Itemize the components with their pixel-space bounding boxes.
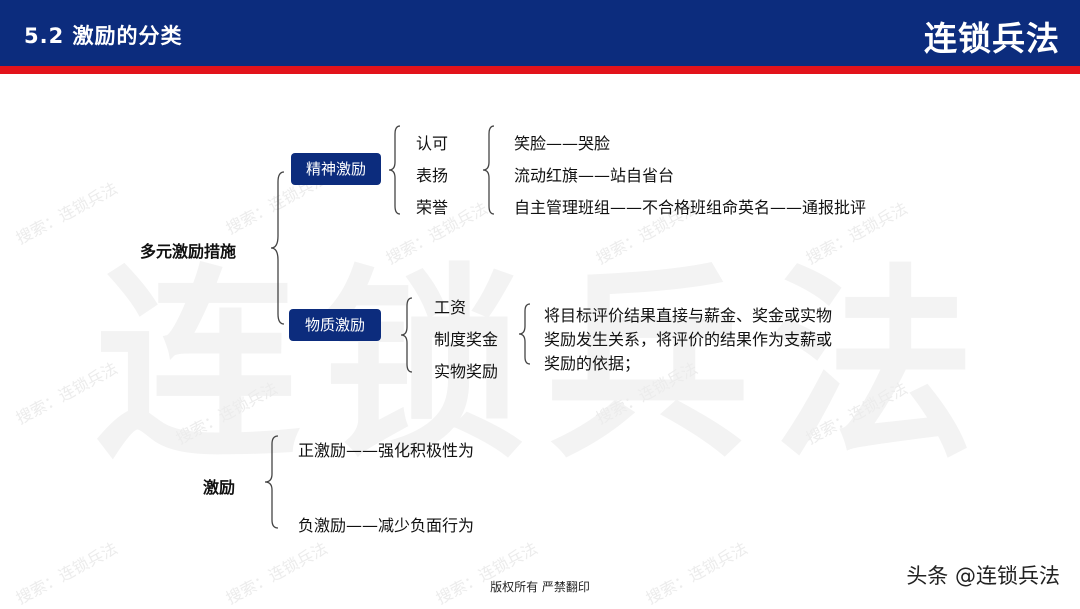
brace-spiritual [388, 125, 401, 215]
section-title: 5.2 激励的分类 [24, 24, 183, 48]
spiritual-item: 认可 [416, 134, 449, 153]
brace-root [270, 171, 285, 325]
watermark-text: 搜索：连锁兵法 [12, 538, 121, 609]
incentive-type: 正激励——强化积极性为 [298, 441, 475, 460]
spiritual-detail: 笑脸——哭脸 [514, 134, 611, 153]
source-watermark: 头条 @连锁兵法 [906, 564, 1060, 588]
spiritual-detail: 流动红旗——站自省台 [514, 166, 675, 185]
spiritual-item: 荣誉 [416, 198, 449, 217]
watermark-text: 搜索：连锁兵法 [222, 538, 331, 609]
spiritual-item: 表扬 [416, 166, 449, 185]
material-description-line: 奖励的依据； [544, 354, 641, 373]
brace-material-detail [518, 303, 531, 365]
spiritual-detail: 自主管理班组——不合格班组命英名——通报批评 [514, 198, 867, 217]
material-incentive-pill: 物质激励 [289, 309, 381, 341]
watermark-text: 搜索：连锁兵法 [432, 538, 541, 609]
material-description-line: 奖励发生关系，将评价的结果作为支薪或 [544, 330, 833, 349]
tree-root-label: 多元激励措施 [140, 242, 237, 261]
brace-material [400, 297, 413, 373]
accent-band [0, 66, 1080, 74]
watermark-text: 搜索：连锁兵法 [642, 538, 751, 609]
material-item: 制度奖金 [434, 330, 499, 349]
header-bar: 5.2 激励的分类 连锁兵法 [0, 0, 1080, 66]
incentive-type: 负激励——减少负面行为 [298, 516, 475, 535]
material-item: 实物奖励 [434, 362, 499, 381]
spiritual-incentive-pill: 精神激励 [291, 153, 381, 185]
tree-root-label: 激励 [203, 478, 236, 497]
brand-logo: 连锁兵法 [924, 19, 1060, 58]
brace-incentive [264, 435, 279, 529]
brace-spiritual-details [482, 125, 495, 215]
material-description-line: 将目标评价结果直接与薪金、奖金或实物 [544, 306, 833, 325]
material-item: 工资 [434, 298, 467, 317]
